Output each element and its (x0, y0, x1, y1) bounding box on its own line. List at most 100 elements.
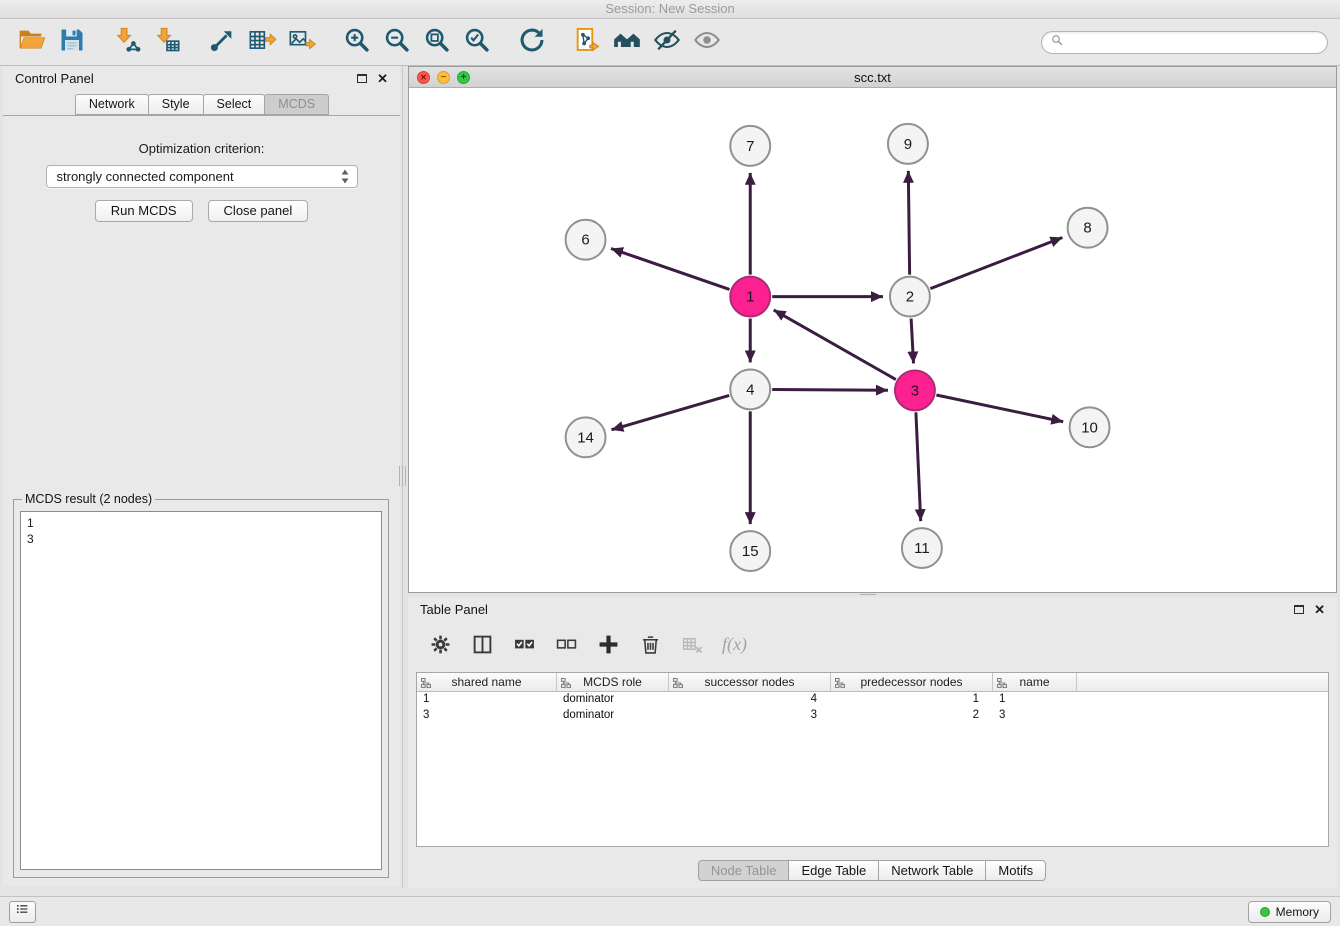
show-hide-button[interactable] (687, 22, 727, 62)
column-header-label: shared name (451, 675, 521, 689)
node-11[interactable]: 11 (902, 528, 942, 568)
export-image-icon (288, 26, 316, 59)
node-9[interactable]: 9 (888, 124, 928, 164)
tab-node-table[interactable]: Node Table (698, 860, 790, 881)
search-input[interactable] (1068, 35, 1318, 49)
node-14[interactable]: 14 (566, 417, 606, 457)
tab-select[interactable]: Select (203, 94, 266, 115)
export-image-button[interactable] (282, 22, 322, 62)
export-table-button[interactable] (242, 22, 282, 62)
main-toolbar (0, 19, 1340, 66)
edge-3-1[interactable] (774, 310, 896, 380)
edge-1-6[interactable] (611, 248, 729, 289)
tab-motifs[interactable]: Motifs (985, 860, 1046, 881)
criterion-dropdown[interactable]: strongly connected component (46, 165, 358, 188)
zoom-in-button[interactable] (337, 22, 377, 62)
minimize-window-icon[interactable] (437, 71, 450, 84)
node-8[interactable]: 8 (1068, 208, 1108, 248)
column-header-shared-name[interactable]: shared name (417, 673, 557, 691)
new-network-from-selection-button[interactable] (567, 22, 607, 62)
select-all-icon[interactable] (512, 632, 536, 656)
optimization-criterion-label: Optimization criterion: (3, 141, 400, 156)
zoom-fit-button[interactable] (417, 22, 457, 62)
network-window-titlebar[interactable]: scc.txt (409, 67, 1336, 88)
save-session-button[interactable] (52, 22, 92, 62)
zoom-out-button[interactable] (377, 22, 417, 62)
table-cell: 1 (417, 692, 557, 708)
network-graph[interactable]: 7 9 6 8 1 2 4 3 14 10 15 11 (409, 88, 1336, 592)
zoom-selected-button[interactable] (457, 22, 497, 62)
refresh-view-button[interactable] (512, 22, 552, 62)
delete-column-icon (680, 632, 704, 656)
node-7[interactable]: 7 (730, 126, 770, 166)
column-header-successor-nodes[interactable]: successor nodes (669, 673, 831, 691)
column-header-name[interactable]: name (993, 673, 1077, 691)
edge-3-10[interactable] (936, 395, 1063, 422)
node-15[interactable]: 15 (730, 531, 770, 571)
memory-button[interactable]: Memory (1248, 901, 1331, 923)
close-panel-icon[interactable] (1314, 605, 1325, 615)
close-panel-button[interactable]: Close panel (208, 200, 309, 222)
network-canvas[interactable]: 7 9 6 8 1 2 4 3 14 10 15 11 (409, 88, 1336, 592)
close-window-icon[interactable] (417, 71, 430, 84)
edge-2-8[interactable] (930, 238, 1062, 289)
network-edge-icon (208, 26, 236, 59)
table-cell: 1 (993, 692, 1077, 708)
eye-slash-icon (653, 26, 681, 59)
node-label: 7 (746, 138, 754, 155)
document-network-icon (573, 26, 601, 59)
float-panel-icon[interactable] (357, 74, 367, 83)
control-panel-header: Control Panel (3, 66, 400, 91)
edge-2-9[interactable] (908, 171, 909, 275)
vertical-splitter-grip[interactable] (399, 466, 406, 486)
tab-style[interactable]: Style (148, 94, 204, 115)
edge-2-3[interactable] (911, 319, 913, 364)
mcds-result-list[interactable]: 13 (20, 511, 382, 870)
column-sort-icon (421, 677, 431, 691)
node-4[interactable]: 4 (730, 369, 770, 409)
edge-3-11[interactable] (916, 412, 921, 521)
close-panel-icon[interactable] (377, 74, 388, 84)
deselect-all-icon[interactable] (554, 632, 578, 656)
run-mcds-button[interactable]: Run MCDS (95, 200, 193, 222)
tab-mcds[interactable]: MCDS (264, 94, 329, 115)
import-network-button[interactable] (107, 22, 147, 62)
memory-label: Memory (1276, 905, 1319, 919)
tab-network[interactable]: Network (75, 94, 149, 115)
edge-4-3[interactable] (772, 390, 888, 391)
zoom-window-icon[interactable] (457, 71, 470, 84)
import-table-button[interactable] (147, 22, 187, 62)
node-6[interactable]: 6 (566, 220, 606, 260)
table-cell: 3 (993, 708, 1077, 724)
open-session-button[interactable] (12, 22, 52, 62)
zoom-selected-icon (463, 26, 491, 59)
split-panel-icon[interactable] (470, 632, 494, 656)
float-panel-icon[interactable] (1294, 605, 1304, 614)
table-row[interactable]: 3dominator323 (417, 708, 1328, 724)
column-header-predecessor-nodes[interactable]: predecessor nodes (831, 673, 993, 691)
first-neighbors-button[interactable] (607, 22, 647, 62)
search-field[interactable] (1041, 31, 1328, 54)
export-table-icon (248, 26, 276, 59)
tab-network-table[interactable]: Network Table (878, 860, 986, 881)
graphics-details-button[interactable] (647, 22, 687, 62)
network-tools-button[interactable] (202, 22, 242, 62)
node-2[interactable]: 2 (890, 277, 930, 317)
column-sort-icon (997, 677, 1007, 691)
list-icon (15, 901, 31, 922)
node-10[interactable]: 10 (1070, 407, 1110, 447)
add-row-icon[interactable] (596, 632, 620, 656)
network-window: scc.txt 7 9 6 8 1 2 4 3 14 10 15 11 (408, 66, 1337, 593)
panels-menu-button[interactable] (9, 901, 36, 923)
delete-row-icon[interactable] (638, 632, 662, 656)
node-label: 2 (906, 289, 914, 306)
control-panel-tabs: NetworkStyleSelectMCDS (3, 91, 400, 116)
node-label: 8 (1083, 220, 1091, 237)
column-header-mcds-role[interactable]: MCDS role (557, 673, 669, 691)
node-3[interactable]: 3 (895, 370, 935, 410)
table-row[interactable]: 1dominator411 (417, 692, 1328, 708)
tab-edge-table[interactable]: Edge Table (788, 860, 879, 881)
table-settings-icon[interactable] (428, 632, 452, 656)
node-1[interactable]: 1 (730, 277, 770, 317)
edge-4-14[interactable] (611, 395, 729, 429)
